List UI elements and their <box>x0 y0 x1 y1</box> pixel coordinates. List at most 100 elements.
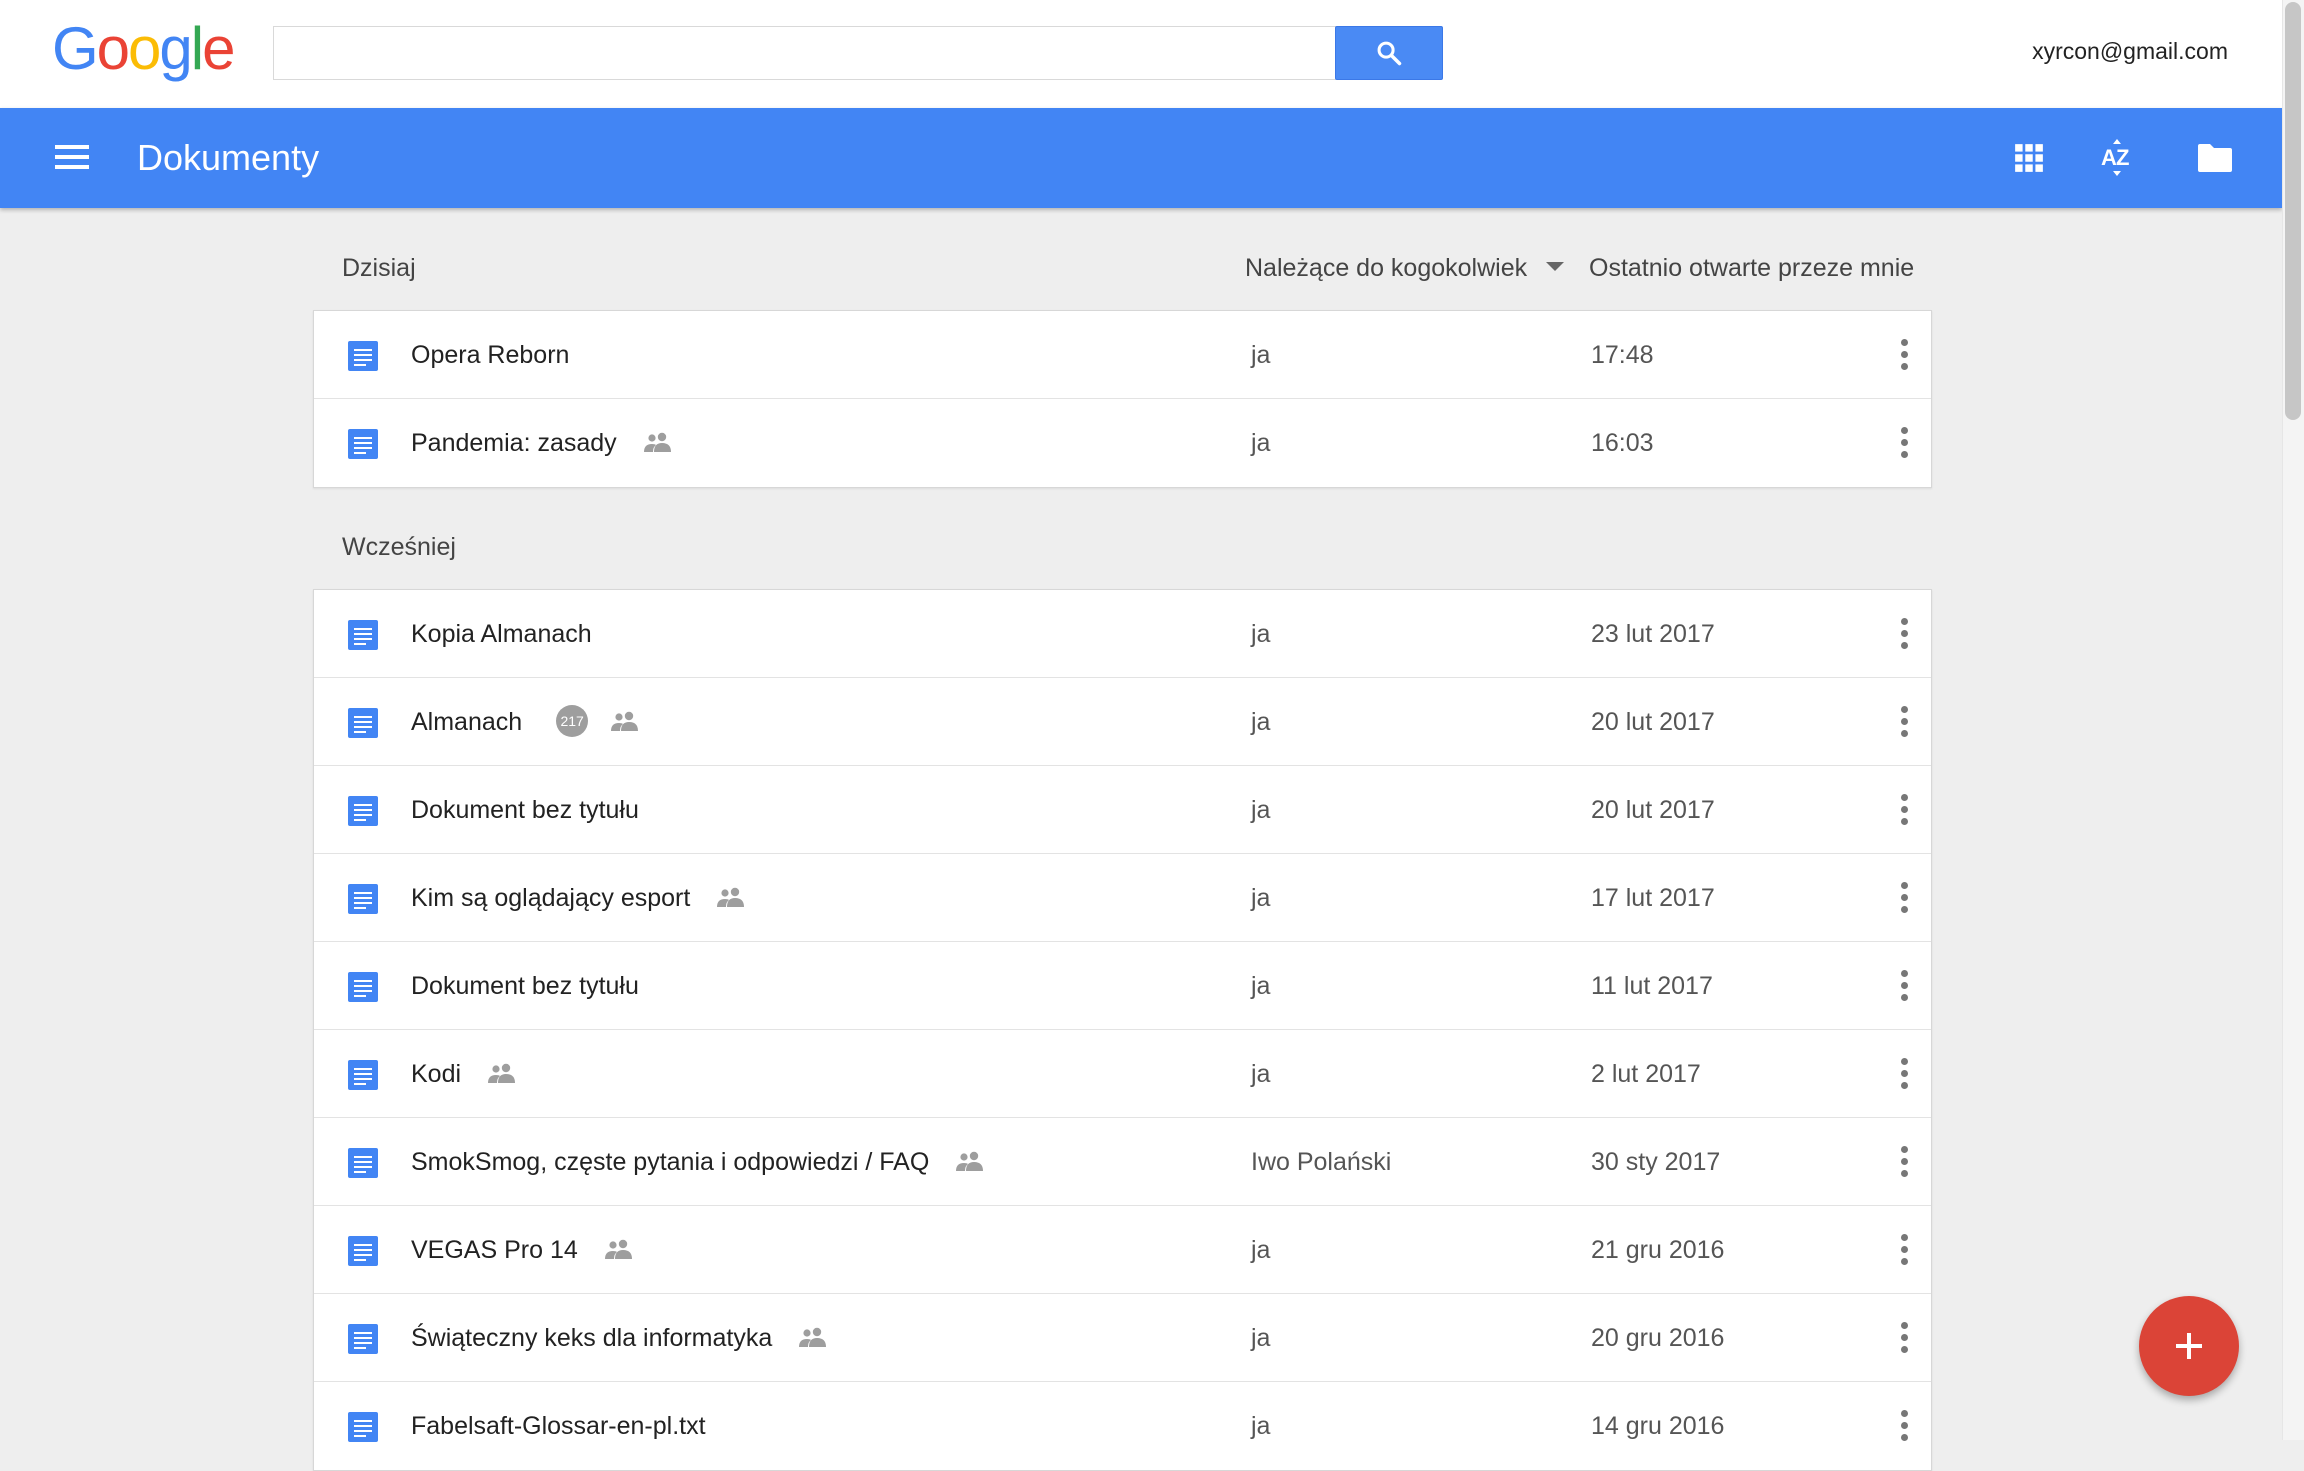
document-title: Pandemia: zasady <box>411 399 673 487</box>
search-icon <box>1377 41 1402 66</box>
today-list: Opera Reborn ja 17:48 Pandemia: zasady ja 16:… <box>313 310 1932 488</box>
document-title: Almanach 217 <box>411 678 640 766</box>
document-row[interactable]: Opera Reborn ja 17:48 <box>314 311 1931 399</box>
logo-letter: o <box>128 15 161 82</box>
shared-people-icon <box>643 433 671 453</box>
google-docs-icon <box>348 341 378 371</box>
owner-filter-label: Należące do kogokolwiek <box>1245 254 1528 282</box>
document-row[interactable]: Kim są oglądający esport ja 17 lut 2017 <box>314 854 1931 942</box>
hamburger-menu-icon[interactable] <box>50 138 94 178</box>
more-options-icon[interactable] <box>1894 616 1914 652</box>
section-earlier-label: Wcześniej <box>342 533 456 561</box>
section-today-label: Dzisiaj <box>342 254 416 282</box>
shared-people-icon <box>488 1064 516 1084</box>
document-name: Opera Reborn <box>411 341 570 369</box>
svg-text:A: A <box>2101 145 2117 170</box>
shared-people-icon <box>611 712 639 732</box>
document-row[interactable]: Dokument bez tytułu ja 11 lut 2017 <box>314 942 1931 1030</box>
google-docs-icon <box>348 429 378 459</box>
document-owner: ja <box>1251 796 1271 824</box>
document-last-opened: 17 lut 2017 <box>1591 884 1715 912</box>
document-title: Kim są oglądający esport <box>411 854 746 942</box>
document-row[interactable]: Świąteczny keks dla informatyka ja 20 gru … <box>314 1294 1931 1382</box>
document-name: SmokSmog, częste pytania i odpowiedzi / … <box>411 1148 930 1176</box>
document-owner: ja <box>1251 1060 1271 1088</box>
plus-icon <box>2176 1333 2202 1359</box>
folder-icon[interactable] <box>2191 134 2239 182</box>
document-last-opened: 17:48 <box>1591 341 1654 369</box>
document-row[interactable]: VEGAS Pro 14 ja 21 gru 2016 <box>314 1206 1931 1294</box>
google-docs-icon <box>348 620 378 650</box>
grid-view-icon[interactable] <box>2005 134 2053 182</box>
document-row[interactable]: Dokument bez tytułu ja 20 lut 2017 <box>314 766 1931 854</box>
more-options-icon[interactable] <box>1894 337 1914 373</box>
document-row[interactable]: Kodi ja 2 lut 2017 <box>314 1030 1931 1118</box>
sort-az-icon[interactable]: A Z <box>2093 134 2141 182</box>
document-owner: ja <box>1251 620 1271 648</box>
document-name: VEGAS Pro 14 <box>411 1236 578 1264</box>
document-last-opened: 16:03 <box>1591 429 1654 457</box>
document-row[interactable]: Kopia Almanach ja 23 lut 2017 <box>314 590 1931 678</box>
document-last-opened: 30 sty 2017 <box>1591 1148 1721 1176</box>
document-name: Świąteczny keks dla informatyka <box>411 1324 773 1352</box>
account-email[interactable]: xyrcon@gmail.com <box>2032 38 2228 65</box>
document-name: Pandemia: zasady <box>411 429 617 457</box>
document-last-opened: 20 lut 2017 <box>1591 708 1715 736</box>
document-title: Dokument bez tytułu <box>411 766 639 854</box>
document-title: Kodi <box>411 1030 517 1118</box>
shared-people-icon <box>717 888 745 908</box>
google-docs-icon <box>348 972 378 1002</box>
google-docs-icon <box>348 1236 378 1266</box>
document-owner: ja <box>1251 429 1271 457</box>
more-options-icon[interactable] <box>1894 1320 1914 1356</box>
document-title: Opera Reborn <box>411 311 569 399</box>
document-row[interactable]: SmokSmog, częste pytania i odpowiedzi / … <box>314 1118 1931 1206</box>
owner-filter[interactable]: Należące do kogokolwiek <box>1245 254 1565 283</box>
document-title: SmokSmog, częste pytania i odpowiedzi / … <box>411 1118 985 1206</box>
more-options-icon[interactable] <box>1894 1232 1914 1268</box>
shared-people-icon <box>799 1328 827 1348</box>
document-owner: ja <box>1251 708 1271 736</box>
scrollbar[interactable] <box>2282 0 2304 1440</box>
document-row[interactable]: Almanach 217 ja 20 lut 2017 <box>314 678 1931 766</box>
shared-people-icon <box>956 1152 984 1172</box>
more-options-icon[interactable] <box>1894 968 1914 1004</box>
google-docs-icon <box>348 884 378 914</box>
more-options-icon[interactable] <box>1894 1056 1914 1092</box>
google-logo[interactable]: Google <box>52 14 236 84</box>
new-document-button[interactable] <box>2139 1296 2239 1396</box>
google-docs-icon <box>348 1060 378 1090</box>
document-last-opened: 20 lut 2017 <box>1591 796 1715 824</box>
document-owner: Iwo Polański <box>1251 1148 1392 1176</box>
logo-letter: l <box>190 15 204 82</box>
more-options-icon[interactable] <box>1894 1144 1914 1180</box>
more-options-icon[interactable] <box>1894 792 1914 828</box>
more-options-icon[interactable] <box>1894 425 1914 461</box>
search-button[interactable] <box>1335 26 1443 80</box>
document-name: Dokument bez tytułu <box>411 796 639 824</box>
google-docs-icon <box>348 1412 378 1442</box>
scrollbar-thumb[interactable] <box>2285 2 2301 420</box>
search-input[interactable] <box>273 26 1336 80</box>
shared-people-icon <box>604 1240 632 1260</box>
comment-count-badge[interactable]: 217 <box>556 705 589 738</box>
document-last-opened: 2 lut 2017 <box>1591 1060 1701 1088</box>
document-owner: ja <box>1251 972 1271 1000</box>
document-row[interactable]: Pandemia: zasady ja 16:03 <box>314 399 1931 487</box>
document-name: Kodi <box>411 1060 462 1088</box>
google-bar: Google xyrcon@gmail.com <box>0 0 2282 108</box>
logo-letter: G <box>52 15 99 82</box>
sort-by-date-header[interactable]: Ostatnio otwarte przeze mnie <box>1589 254 1914 283</box>
more-options-icon[interactable] <box>1894 704 1914 740</box>
more-options-icon[interactable] <box>1894 1408 1914 1444</box>
document-last-opened: 21 gru 2016 <box>1591 1236 1725 1264</box>
document-title: Świąteczny keks dla informatyka <box>411 1294 828 1382</box>
document-last-opened: 20 gru 2016 <box>1591 1324 1725 1352</box>
document-row[interactable]: Fabelsaft-Glossar-en-pl.txt ja 14 gru 2016 <box>314 1382 1931 1470</box>
document-last-opened: 11 lut 2017 <box>1591 972 1713 1000</box>
document-name: Kopia Almanach <box>411 620 592 648</box>
dropdown-arrow-icon <box>1546 262 1565 272</box>
google-docs-icon <box>348 708 378 738</box>
more-options-icon[interactable] <box>1894 880 1914 916</box>
document-title: VEGAS Pro 14 <box>411 1206 634 1294</box>
